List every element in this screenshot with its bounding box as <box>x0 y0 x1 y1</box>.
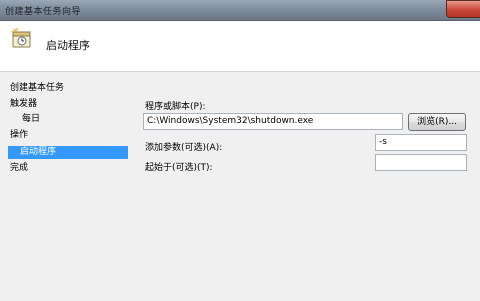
title-bar: 创建基本任务向导 <box>0 0 480 21</box>
arguments-label: 添加参数(可选)(A): <box>145 143 223 153</box>
step-finish[interactable]: 完成 <box>10 162 28 174</box>
wizard-steps-sidebar: 创建基本任务 触发器 每日 操作 启动程序 完成 <box>0 72 132 301</box>
window-title: 创建基本任务向导 <box>5 7 82 17</box>
wizard-header: 启动程序 <box>0 21 480 72</box>
page-heading: 启动程序 <box>46 39 90 52</box>
step-trigger[interactable]: 触发器 <box>10 98 37 110</box>
wizard-content: 程序或脚本(P): C:\Windows\System32\shutdown.e… <box>132 72 480 301</box>
task-wizard-icon <box>10 27 34 51</box>
start-in-label: 起始于(可选)(T): <box>145 163 213 173</box>
step-create-basic-task[interactable]: 创建基本任务 <box>10 82 64 94</box>
browse-button[interactable]: 浏览(R)... <box>408 113 466 131</box>
arguments-input[interactable]: -s <box>375 134 467 151</box>
start-in-input[interactable] <box>375 154 467 171</box>
step-daily[interactable]: 每日 <box>22 113 40 125</box>
step-action[interactable]: 操作 <box>10 129 28 141</box>
program-input[interactable]: C:\Windows\System32\shutdown.exe <box>143 113 403 130</box>
step-start-program[interactable]: 启动程序 <box>8 146 128 159</box>
program-label: 程序或脚本(P): <box>145 102 206 112</box>
close-button[interactable] <box>446 0 480 18</box>
